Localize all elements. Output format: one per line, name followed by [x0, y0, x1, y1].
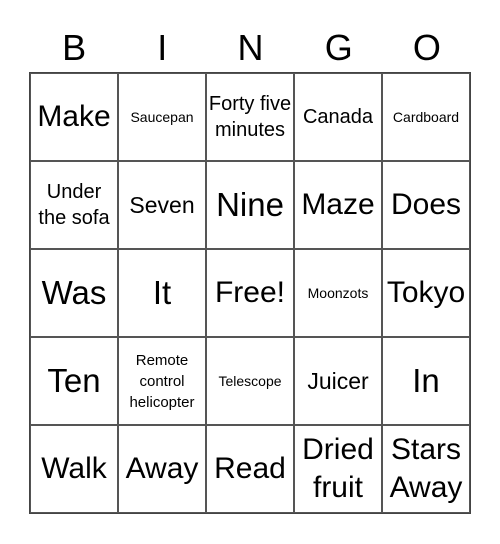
bingo-cell[interactable]: Canada [294, 73, 382, 161]
bingo-cell[interactable]: Under the sofa [30, 161, 118, 249]
bingo-cell[interactable]: Tokyo [382, 249, 470, 337]
bingo-cell[interactable]: Ten [30, 337, 118, 425]
header-letter-i: I [157, 27, 168, 68]
bingo-cell[interactable]: Make [30, 73, 118, 161]
bingo-cell[interactable]: Cardboard [382, 73, 470, 161]
bingo-card-grid: Make Saucepan Forty five minutes Canada Card… [29, 72, 471, 514]
bingo-cell[interactable]: Moonzots [294, 249, 382, 337]
bingo-cell[interactable]: Maze [294, 161, 382, 249]
bingo-cell[interactable]: Stars Away [382, 425, 470, 513]
bingo-cell[interactable]: Away [118, 425, 206, 513]
header-letter-n: N [237, 27, 264, 68]
bingo-cell[interactable]: Saucepan [118, 73, 206, 161]
bingo-cell[interactable]: Read [206, 425, 294, 513]
bingo-cell[interactable]: It [118, 249, 206, 337]
header-letter-g: G [324, 27, 353, 68]
bingo-header: B I N G O [30, 24, 471, 72]
bingo-cell[interactable]: Walk [30, 425, 118, 513]
bingo-cell[interactable]: Was [30, 249, 118, 337]
bingo-cell[interactable]: Dried fruit [294, 425, 382, 513]
header-letter-b: B [62, 27, 87, 68]
bingo-cell[interactable]: Forty five minutes [206, 73, 294, 161]
header-letter-o: O [412, 27, 441, 68]
bingo-cell[interactable]: Seven [118, 161, 206, 249]
bingo-cell[interactable]: Does [382, 161, 470, 249]
bingo-cell[interactable]: In [382, 337, 470, 425]
bingo-cell[interactable]: Free! [206, 249, 294, 337]
bingo-cell[interactable]: Telescope [206, 337, 294, 425]
bingo-cell[interactable]: Nine [206, 161, 294, 249]
bingo-cell[interactable]: Remote control helicopter [118, 337, 206, 425]
bingo-cell[interactable]: Juicer [294, 337, 382, 425]
